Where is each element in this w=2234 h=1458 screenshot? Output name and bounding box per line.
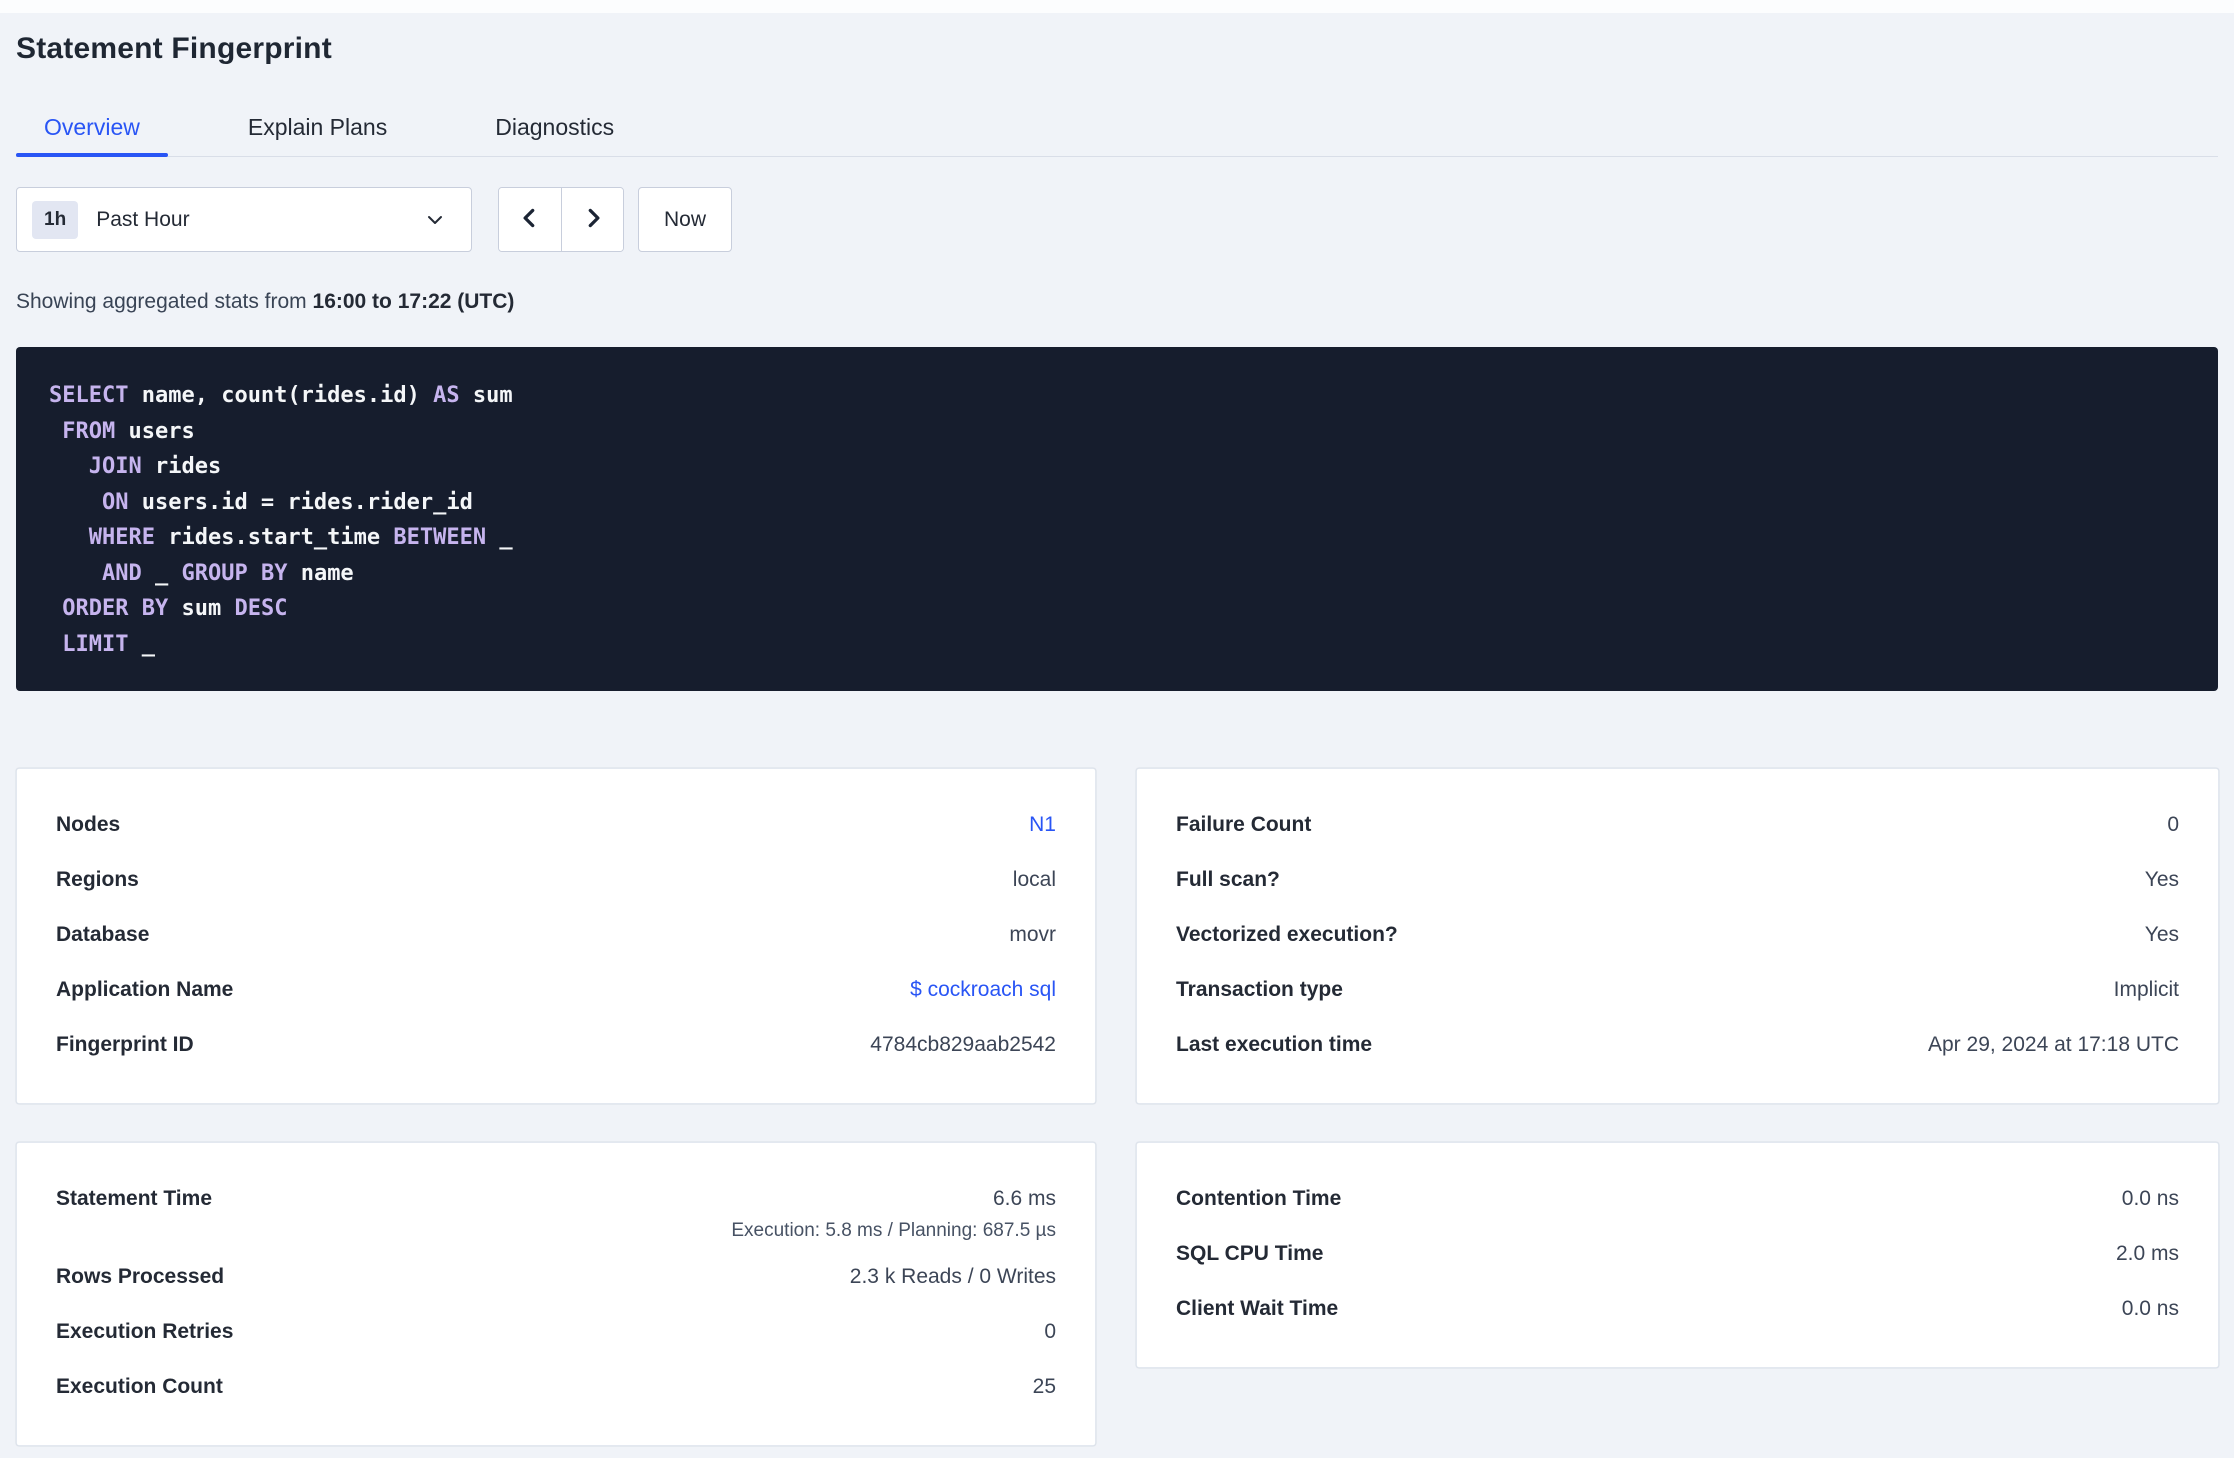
- sql-line: JOIN rides: [88, 454, 222, 479]
- client-wait-time-value: 0.0 ns: [2121, 1296, 2179, 1320]
- stat-row: Database movr: [56, 907, 1056, 962]
- rows-processed-value: 2.3 k Reads / 0 Writes: [849, 1264, 1056, 1288]
- execution-retries-value: 0: [1044, 1319, 1056, 1343]
- card-wait-times: Contention Time 0.0 ns SQL CPU Time 2.0 ms C…: [1136, 1142, 2219, 1368]
- time-nav-group: [498, 187, 624, 252]
- application-name-value-link[interactable]: $ cockroach sql: [910, 978, 1056, 1002]
- stat-row: Failure Count 0: [1176, 797, 2179, 852]
- sql-line: ON users.id = rides.rider_id: [101, 489, 473, 515]
- toolbar: 1h Past Hour Now: [16, 187, 2218, 252]
- card-execution-attributes: Failure Count 0 Full scan? Yes Vectorized ex…: [1136, 768, 2219, 1104]
- database-value: movr: [1009, 922, 1056, 946]
- fingerprint-id-value: 4784cb829aab2542: [870, 1032, 1056, 1056]
- contention-time-label: Contention Time: [1176, 1186, 1342, 1210]
- tab-overview[interactable]: Overview: [16, 99, 168, 157]
- sql-line: FROM users: [62, 418, 195, 444]
- sql-cpu-time-value: 2.0 ms: [2115, 1241, 2179, 1265]
- prev-interval-button[interactable]: [499, 188, 561, 251]
- top-strip: [0, 0, 2234, 13]
- stat-row: Application Name $ cockroach sql: [56, 962, 1056, 1017]
- transaction-type-label: Transaction type: [1176, 977, 1343, 1001]
- stat-row: Statement Time 6.6 ms Execution: 5.8 ms / …: [56, 1171, 1056, 1249]
- stats-caption-prefix: Showing aggregated stats from: [16, 290, 313, 313]
- failure-count-value: 0: [2167, 812, 2179, 836]
- sql-line: AND _ GROUP BY name: [101, 560, 354, 586]
- stat-row: Execution Retries 0: [56, 1304, 1056, 1359]
- stat-row: Nodes N1: [56, 797, 1056, 852]
- chevron-down-icon: [423, 208, 447, 232]
- full-scan-value: Yes: [2144, 867, 2179, 891]
- stats-caption: Showing aggregated stats from 16:00 to 1…: [16, 290, 2218, 314]
- stat-row: Fingerprint ID 4784cb829aab2542: [56, 1017, 1056, 1072]
- sql-statement-box: SELECT name, count(rides.id) AS sum FROM…: [16, 347, 2218, 691]
- regions-label: Regions: [56, 867, 139, 891]
- stat-row: Rows Processed 2.3 k Reads / 0 Writes: [56, 1249, 1056, 1304]
- vectorized-execution-label: Vectorized execution?: [1176, 922, 1398, 946]
- stat-row: Regions local: [56, 852, 1056, 907]
- stats-caption-range: 16:00 to 17:22 (UTC): [312, 290, 515, 313]
- card-statement-details: Nodes N1 Regions local Database movr Applicati…: [16, 768, 1096, 1104]
- tab-bar: Overview Explain Plans Diagnostics: [16, 99, 2218, 157]
- stat-row: Execution Count 25: [56, 1359, 1056, 1414]
- statement-time-value: 6.6 ms: [992, 1186, 1056, 1210]
- time-interval-select[interactable]: 1h Past Hour: [16, 187, 472, 252]
- nodes-label: Nodes: [56, 812, 121, 836]
- execution-count-label: Execution Count: [56, 1374, 223, 1398]
- card-statement-statistics: Statement Time 6.6 ms Execution: 5.8 ms / …: [16, 1142, 1096, 1446]
- statement-time-label: Statement Time: [56, 1186, 212, 1210]
- cards-grid: Nodes N1 Regions local Database movr Applicati…: [16, 768, 2219, 1446]
- execution-count-value: 25: [1032, 1374, 1056, 1398]
- nodes-value-link[interactable]: N1: [1029, 813, 1056, 837]
- stat-row: Transaction type Implicit: [1176, 962, 2179, 1017]
- page-title: Statement Fingerprint: [16, 32, 332, 65]
- tab-explain-plans[interactable]: Explain Plans: [220, 99, 415, 156]
- failure-count-label: Failure Count: [1176, 812, 1312, 836]
- tab-diagnostics[interactable]: Diagnostics: [467, 99, 642, 156]
- last-execution-time-value: Apr 29, 2024 at 17:18 UTC: [1928, 1032, 2179, 1056]
- interval-label: Past Hour: [96, 207, 190, 231]
- last-execution-time-label: Last execution time: [1176, 1032, 1373, 1056]
- client-wait-time-label: Client Wait Time: [1176, 1296, 1339, 1320]
- stat-row: Full scan? Yes: [1176, 852, 2179, 907]
- database-label: Database: [56, 922, 150, 946]
- chevron-left-icon: [517, 205, 543, 234]
- application-name-label: Application Name: [56, 977, 234, 1001]
- transaction-type-value: Implicit: [2113, 977, 2179, 1001]
- sql-line: SELECT name, count(rides.id) AS sum: [49, 383, 513, 408]
- sql-line: WHERE rides.start_time BETWEEN _: [88, 525, 513, 550]
- interval-badge: 1h: [32, 200, 79, 239]
- stat-row: Vectorized execution? Yes: [1176, 907, 2179, 962]
- contention-time-value: 0.0 ns: [2121, 1186, 2179, 1210]
- sql-line: ORDER BY sum DESC: [62, 596, 288, 621]
- chevron-right-icon: [580, 205, 606, 234]
- statement-time-subvalue: Execution: 5.8 ms / Planning: 687.5 µs: [731, 1220, 1056, 1241]
- next-interval-button[interactable]: [561, 188, 623, 251]
- stat-row: Last execution time Apr 29, 2024 at 17:18…: [1176, 1017, 2179, 1072]
- sql-line: LIMIT _: [62, 631, 155, 657]
- fingerprint-id-label: Fingerprint ID: [56, 1032, 194, 1056]
- page-container: Statement Fingerprint Overview Explain Pl…: [0, 13, 2234, 1446]
- now-button[interactable]: Now: [638, 187, 732, 252]
- regions-value: local: [1012, 867, 1056, 891]
- stat-row: SQL CPU Time 2.0 ms: [1176, 1226, 2179, 1281]
- stat-row: Contention Time 0.0 ns: [1176, 1171, 2179, 1226]
- vectorized-execution-value: Yes: [2144, 922, 2179, 946]
- stat-row: Client Wait Time 0.0 ns: [1176, 1281, 2179, 1336]
- execution-retries-label: Execution Retries: [56, 1319, 234, 1343]
- rows-processed-label: Rows Processed: [56, 1264, 225, 1288]
- sql-cpu-time-label: SQL CPU Time: [1176, 1241, 1324, 1265]
- full-scan-label: Full scan?: [1176, 867, 1280, 891]
